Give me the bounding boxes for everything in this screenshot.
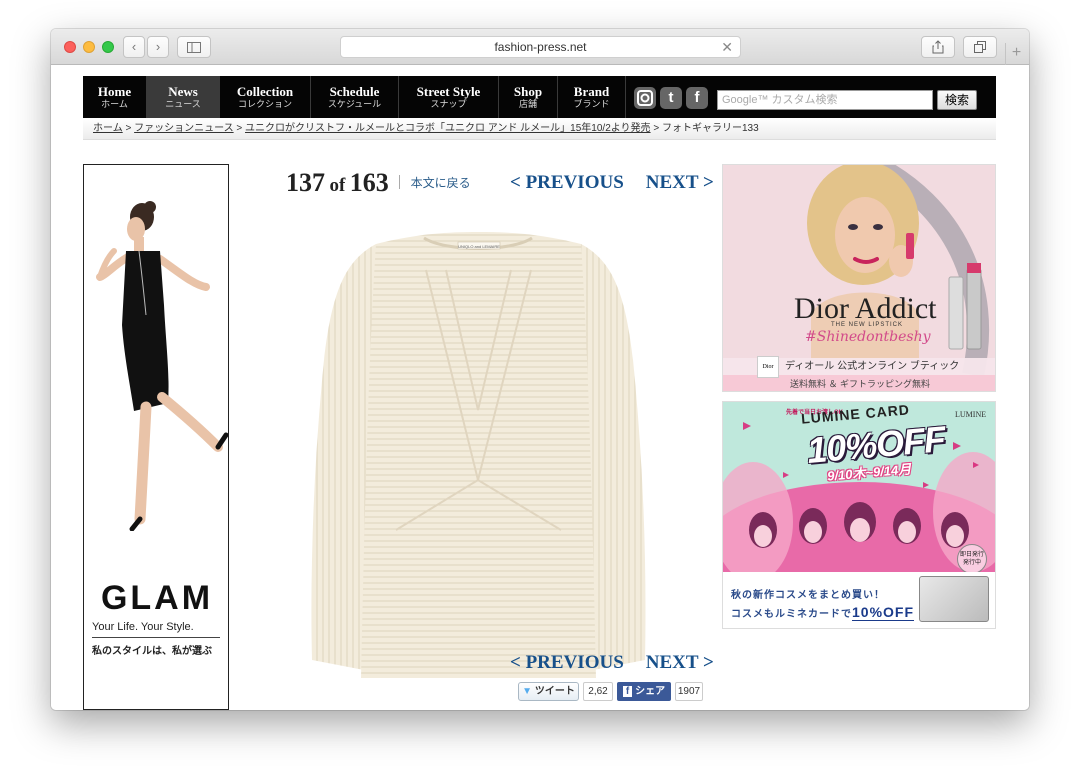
back-button[interactable]: ‹ [123,36,145,58]
glam-japanese-tagline: 私のスタイルは、私が選ぶ [92,646,212,657]
nav-home[interactable]: Home ホーム [83,76,147,118]
nav-schedule[interactable]: Schedule スケジュール [311,76,399,118]
gallery-counter: 137 of 163 本文に戻る [286,168,471,198]
pager-bottom: < PREVIOUS NEXT > [510,652,714,674]
lumine-line2-prefix: コスメもルミネカードで [731,609,852,620]
total-count: 163 [349,168,389,197]
nav-news-label: News [168,84,198,99]
next-link[interactable]: NEXT > [646,172,714,193]
current-index: 137 [286,168,325,197]
share-button[interactable] [921,36,955,58]
nav-news[interactable]: News ニュース [147,76,220,118]
breadcrumb-home[interactable]: ホーム [93,123,123,134]
nav-brand[interactable]: Brand ブランド [558,76,626,118]
tweet-count: 2,62 [583,682,613,701]
previous-link[interactable]: < PREVIOUS [510,172,624,193]
breadcrumb-fashion-news[interactable]: ファッションニュース [134,123,234,134]
model-photo [84,165,228,531]
site-search-input[interactable]: Google™ カスタム検索 [717,90,933,110]
zoom-window-button[interactable] [102,41,114,53]
garment-tag: UNIQLO and LEMAIRE [458,244,500,249]
nav-brand-label: Brand [573,84,610,99]
divider [399,175,401,189]
facebook-share-button[interactable]: f シェア [617,682,671,701]
breadcrumb-separator: > [653,123,660,134]
lumine-line2-offer: 10%OFF [852,604,915,621]
breadcrumb: ホーム > ファッションニュース > ユニクロがクリストフ・ルメールとコラボ「ユ… [83,118,996,140]
product-photo[interactable]: UNIQLO and LEMAIRE [306,230,651,682]
nav-home-sublabel: ホーム [101,99,128,109]
glam-tagline: Your Life. Your Style. [92,621,194,633]
dior-subtitle: THE NEW LIPSTICK [831,322,904,328]
credit-card-image [919,576,989,622]
lumine-card-ad[interactable]: 先着で当日お渡しOK LUMINE CARD LUMINE 10%OFF 9/1… [722,401,996,629]
title-bar: ‹ › fashion-press.net ✕ + [51,29,1029,65]
tweet-label: ツイート [534,686,575,697]
search-button[interactable]: 検索 [937,90,977,110]
share-icon [932,40,944,54]
plus-icon: + [1011,44,1022,61]
nav-schedule-label: Schedule [329,84,380,99]
dior-hashtag: #Shinedontbeshy [805,329,931,345]
site-nav: Home ホーム News ニュース Collection コレクション Sch… [83,76,996,118]
close-window-button[interactable] [64,41,76,53]
facebook-icon[interactable]: f [686,87,708,109]
browser-window: ‹ › fashion-press.net ✕ + Home ホーム News … [51,29,1029,710]
sidebar-button[interactable] [177,36,211,58]
nav-news-sublabel: ニュース [165,99,201,109]
instagram-icon[interactable] [634,87,656,109]
pager-top: < PREVIOUS NEXT > [510,172,714,194]
breadcrumb-separator: > [125,123,132,134]
divider [92,637,220,638]
tabs-icon [974,41,986,53]
next-link[interactable]: NEXT > [646,652,714,673]
new-tab-button[interactable]: + [1005,43,1027,65]
nav-shop[interactable]: Shop 店舗 [499,76,558,118]
breadcrumb-separator: > [236,123,243,134]
nav-street-style[interactable]: Street Style スナップ [399,76,499,118]
dior-ad[interactable]: Dior Addict THE NEW LIPSTICK #Shinedontb… [722,164,996,392]
nav-collection-sublabel: コレクション [237,99,292,109]
of-label: of [329,175,346,196]
nav-home-label: Home [97,84,132,99]
back-to-article-link[interactable]: 本文に戻る [411,176,471,190]
lumine-illustration: 先着で当日お渡しOK LUMINE CARD LUMINE 10%OFF 9/1… [723,402,995,572]
tumblr-icon[interactable]: t [660,87,682,109]
nav-shop-sublabel: 店舗 [518,99,537,109]
dior-addict-title: Dior Addict [794,292,937,325]
breadcrumb-current: フォトギャラリー133 [661,123,759,134]
nav-street-style-label: Street Style [416,84,481,99]
nav-collection[interactable]: Collection コレクション [220,76,311,118]
glam-ad[interactable]: GLAM Your Life. Your Style. 私のスタイルは、私が選ぶ [83,164,229,710]
chevron-left-icon: ‹ [131,39,137,54]
facebook-share-label: シェア [635,686,666,697]
tweet-button[interactable]: ▼ ツイート [518,682,579,701]
previous-link[interactable]: < PREVIOUS [510,652,624,673]
url-text: fashion-press.net [494,40,587,54]
page-content: Home ホーム News ニュース Collection コレクション Sch… [51,66,1029,710]
twitter-icon: ▼ [522,686,533,697]
nav-collection-label: Collection [236,84,294,99]
nav-shop-label: Shop [513,84,543,99]
sweater-image: UNIQLO and LEMAIRE [311,232,646,678]
dior-logo: Dior [757,356,779,378]
nav-schedule-sublabel: スケジュール [327,99,382,109]
tabs-overview-button[interactable] [963,36,997,58]
glam-logo: GLAM [100,579,214,617]
nav-street-style-sublabel: スナップ [430,99,467,109]
lumine-brand: LUMINE [955,410,987,419]
sidebar-icon [187,42,201,53]
breadcrumb-article[interactable]: ユニクロがクリストフ・ルメールとコラボ「ユニクロ アンド ルメール」15年10/… [245,123,651,134]
facebook-icon: f [622,686,633,697]
lumine-line1: 秋の新作コスメをまとめ買い！ [731,590,885,601]
chevron-right-icon: › [155,39,161,54]
stop-loading-icon[interactable]: ✕ [721,37,733,57]
nav-brand-sublabel: ブランド [573,99,610,109]
lumine-badge: 即日発行 発行中 [957,544,987,572]
facebook-share-count: 1907 [675,682,703,701]
forward-button[interactable]: › [147,36,169,58]
lumine-line2: コスメもルミネカードで10%OFF [731,604,915,621]
address-bar[interactable]: fashion-press.net ✕ [340,36,741,58]
minimize-window-button[interactable] [83,41,95,53]
